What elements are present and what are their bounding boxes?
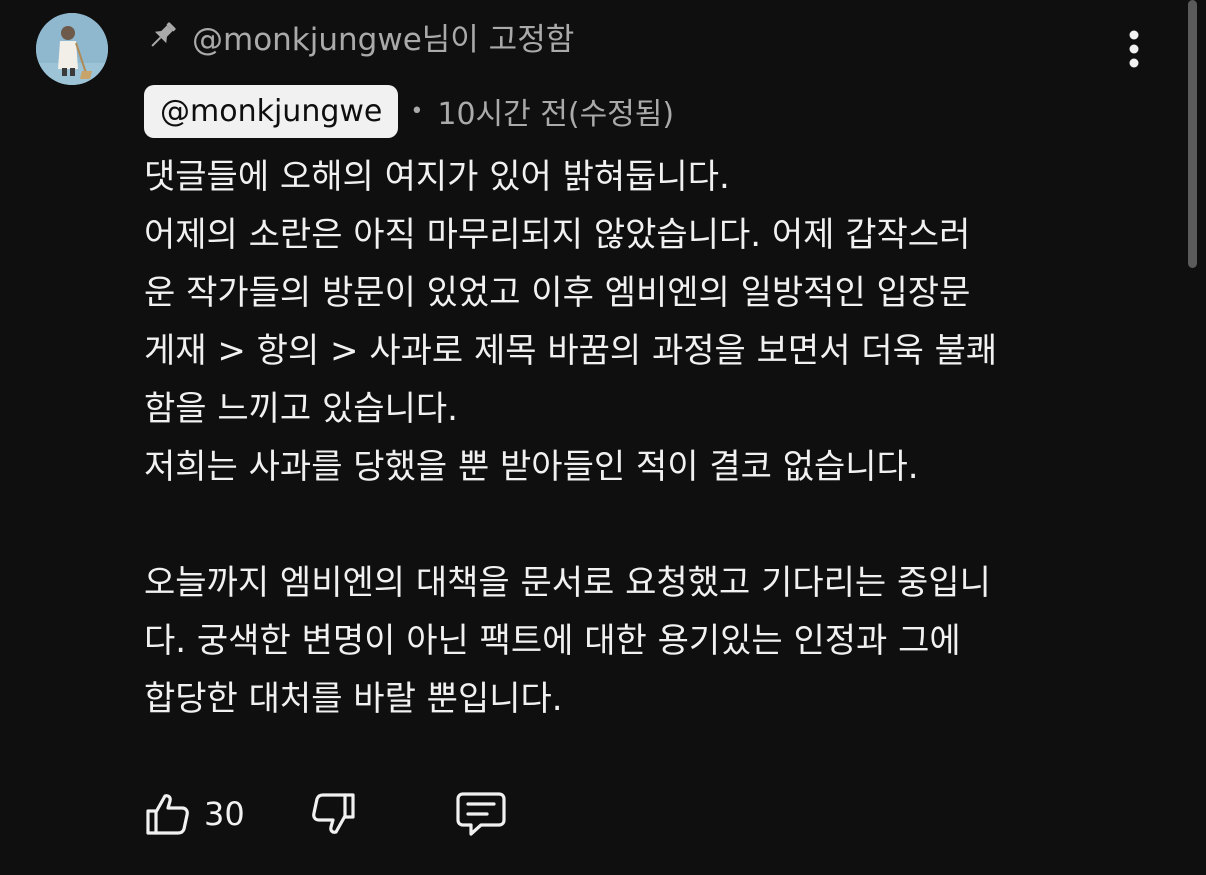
thumbs-down-icon	[311, 793, 355, 834]
comment-line: 다. 궁색한 변명이 아닌 팩트에 대한 용기있는 인정과 그에	[144, 621, 961, 661]
reply-comment-icon	[456, 792, 506, 836]
pin-icon	[146, 19, 178, 53]
comment-line: 어제의 소란은 아직 마무리되지 않았습니다. 어제 갑작스러	[144, 215, 971, 255]
comment-line: 오늘까지 엠비엔의 대책을 문서로 요청했고 기다리는 중입니	[144, 563, 991, 603]
comment-header: @monkjungwe • 10시간 전(수정됨)	[144, 84, 674, 138]
comment-line: 합당한 대처를 바랄 뿐입니다.	[144, 679, 563, 719]
comment-line	[144, 496, 1134, 554]
pinned-label: @monkjungwe님이 고정함	[192, 21, 575, 58]
comment-line: 게재 > 항의 > 사과로 제목 바꿈의 과정을 보면서 더욱 불쾌	[144, 331, 998, 371]
like-button[interactable]: 30	[144, 790, 245, 838]
comment-line: 운 작가들의 방문이 있었고 이후 엠비엔의 일방적인 입장문	[144, 273, 971, 313]
pinned-indicator: @monkjungwe님이 고정함	[146, 14, 574, 58]
comment-timestamp[interactable]: 10시간 전(수정됨)	[437, 89, 674, 133]
avatar[interactable]	[36, 13, 108, 85]
comment-meta: • 10시간 전(수정됨)	[410, 89, 674, 133]
meta-separator: •	[410, 98, 424, 124]
comment-line: 함을 느끼고 있습니다.	[144, 389, 458, 429]
reply-button[interactable]	[455, 790, 507, 838]
author-name-chip[interactable]: @monkjungwe	[144, 84, 399, 138]
comment-body: 댓글들에 오해의 여지가 있어 밝혀둡니다. 어제의 소란은 아직 마무리되지 …	[144, 148, 1134, 728]
comment-actions: 30	[144, 786, 507, 842]
avatar-image	[36, 13, 108, 85]
more-vertical-icon	[1129, 30, 1139, 68]
dislike-button[interactable]	[309, 790, 357, 838]
comment-line: 저희는 사과를 당했을 뿐 받아들인 적이 결코 없습니다.	[144, 447, 919, 487]
comment-line: 댓글들에 오해의 여지가 있어 밝혀둡니다.	[144, 157, 730, 197]
like-count: 30	[204, 795, 245, 833]
thumbs-up-icon	[146, 794, 189, 835]
comment-menu-button[interactable]	[1114, 26, 1154, 72]
scrollbar[interactable]	[1188, 0, 1197, 268]
